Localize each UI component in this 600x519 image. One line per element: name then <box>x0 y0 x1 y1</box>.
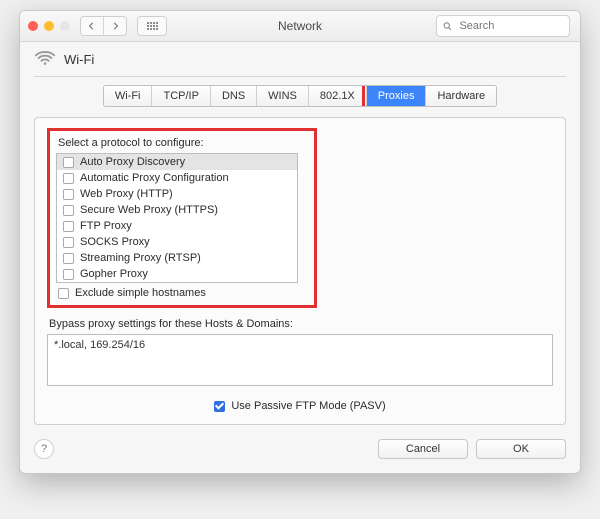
protocol-label: Automatic Proxy Configuration <box>80 172 229 184</box>
tab-wifi[interactable]: Wi-Fi <box>104 86 152 106</box>
protocol-checkbox[interactable] <box>63 253 74 264</box>
tab-dns[interactable]: DNS <box>210 86 256 106</box>
protocol-row-gopher[interactable]: Gopher Proxy <box>57 266 297 282</box>
protocol-checkbox[interactable] <box>63 157 74 168</box>
protocol-row-auto-config[interactable]: Automatic Proxy Configuration <box>57 170 297 186</box>
show-all-button[interactable] <box>137 16 167 36</box>
passive-ftp-checkbox[interactable] <box>214 401 225 412</box>
protocol-list[interactable]: Auto Proxy Discovery Automatic Proxy Con… <box>56 153 298 283</box>
protocol-label: Streaming Proxy (RTSP) <box>80 252 201 264</box>
protocol-row-ftp[interactable]: FTP Proxy <box>57 218 297 234</box>
tab-segmented-control: Wi-Fi TCP/IP DNS WINS 802.1X Proxies Har… <box>103 85 497 107</box>
tab-hardware[interactable]: Hardware <box>425 86 496 106</box>
titlebar: Network <box>20 11 580 42</box>
protocol-label: FTP Proxy <box>80 220 132 232</box>
protocol-checkbox[interactable] <box>63 269 74 280</box>
nav-back-forward <box>80 16 127 36</box>
back-button[interactable] <box>81 17 103 35</box>
network-preferences-window: Network Wi-Fi Wi-Fi TCP/IP DNS WINS 802.… <box>19 10 581 474</box>
search-field[interactable] <box>436 15 570 37</box>
protocol-label: Gopher Proxy <box>80 268 148 280</box>
ok-button[interactable]: OK <box>476 439 566 459</box>
cancel-button[interactable]: Cancel <box>378 439 468 459</box>
forward-button[interactable] <box>103 17 126 35</box>
exclude-simple-label: Exclude simple hostnames <box>75 287 206 299</box>
settings-tabs: Wi-Fi TCP/IP DNS WINS 802.1X Proxies Har… <box>34 85 566 107</box>
tab-proxies[interactable]: Proxies <box>366 86 426 106</box>
tab-wins[interactable]: WINS <box>256 86 308 106</box>
tab-tcpip[interactable]: TCP/IP <box>151 86 209 106</box>
exclude-simple-hostnames-row[interactable]: Exclude simple hostnames <box>58 287 308 299</box>
protocol-checkbox[interactable] <box>63 189 74 200</box>
zoom-window-icon[interactable] <box>60 21 70 31</box>
header-separator <box>34 76 566 77</box>
bypass-label: Bypass proxy settings for these Hosts & … <box>49 318 553 330</box>
protocol-configure-area: Select a protocol to configure: Auto Pro… <box>47 128 317 308</box>
protocol-checkbox[interactable] <box>63 173 74 184</box>
protocol-checkbox[interactable] <box>63 237 74 248</box>
protocol-label: Secure Web Proxy (HTTPS) <box>80 204 218 216</box>
protocol-row-http[interactable]: Web Proxy (HTTP) <box>57 186 297 202</box>
protocol-row-https[interactable]: Secure Web Proxy (HTTPS) <box>57 202 297 218</box>
protocol-checkbox[interactable] <box>63 205 74 216</box>
protocol-row-rtsp[interactable]: Streaming Proxy (RTSP) <box>57 250 297 266</box>
dialog-footer: ? Cancel OK <box>20 433 580 473</box>
grid-icon <box>138 17 166 35</box>
protocol-label: Auto Proxy Discovery <box>80 156 185 168</box>
protocol-label: SOCKS Proxy <box>80 236 150 248</box>
search-input[interactable] <box>457 19 563 33</box>
passive-ftp-label: Use Passive FTP Mode (PASV) <box>231 400 385 412</box>
protocol-checkbox[interactable] <box>63 221 74 232</box>
close-window-icon[interactable] <box>28 21 38 31</box>
interface-header: Wi-Fi <box>20 42 580 74</box>
traffic-lights <box>28 21 70 31</box>
bypass-hosts-textarea[interactable]: *.local, 169.254/16 <box>47 334 553 386</box>
search-icon <box>443 21 451 31</box>
proxies-panel: Select a protocol to configure: Auto Pro… <box>34 117 566 425</box>
protocol-row-socks[interactable]: SOCKS Proxy <box>57 234 297 250</box>
tab-8021x[interactable]: 802.1X <box>308 86 366 106</box>
protocol-row-auto-discovery[interactable]: Auto Proxy Discovery <box>57 154 297 170</box>
exclude-simple-checkbox[interactable] <box>58 288 69 299</box>
protocol-select-label: Select a protocol to configure: <box>58 137 308 149</box>
help-button[interactable]: ? <box>34 439 54 459</box>
wifi-icon <box>34 48 56 70</box>
passive-ftp-row[interactable]: Use Passive FTP Mode (PASV) <box>47 400 553 412</box>
interface-name: Wi-Fi <box>64 52 94 67</box>
minimize-window-icon[interactable] <box>44 21 54 31</box>
protocol-label: Web Proxy (HTTP) <box>80 188 173 200</box>
